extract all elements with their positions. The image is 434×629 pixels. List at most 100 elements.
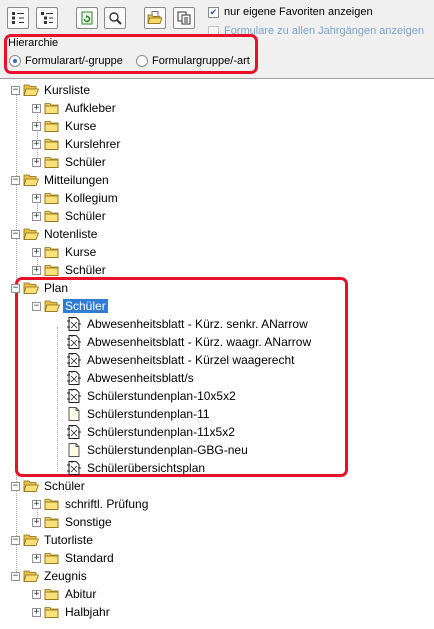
folder-icon <box>44 157 59 168</box>
tree-item-label: Halbjahr <box>65 605 110 619</box>
tree-folder-item[interactable]: + schriftl. Prüfung <box>32 495 150 513</box>
collapse-toggle[interactable]: − <box>11 571 20 581</box>
open-folder-icon <box>23 174 39 186</box>
layout-document-icon <box>67 389 81 403</box>
tree-folder-item[interactable]: − Kursliste <box>11 81 92 99</box>
layout-document-icon <box>67 335 81 349</box>
tree-item-label: Schülerstundenplan-GBG-neu <box>87 443 248 457</box>
tree-item-label: Schülerstundenplan-10x5x2 <box>87 389 236 403</box>
tree-item-label: Schülerstundenplan-11x5x2 <box>87 425 235 439</box>
tree-folder-item[interactable]: + Kurse <box>32 243 98 261</box>
tree-document-item[interactable]: Schülerstundenplan-11x5x2 <box>66 423 237 441</box>
collapse-toggle[interactable]: − <box>11 175 20 185</box>
layout-document-icon <box>67 461 81 475</box>
tree-document-item[interactable]: Schülerstundenplan-10x5x2 <box>66 387 238 405</box>
layout-document-icon <box>67 371 81 385</box>
tree-folder-item[interactable]: − Schüler <box>11 477 87 495</box>
tree-folder-item[interactable]: + Sonstige <box>32 513 114 531</box>
own-favorites-option[interactable]: ✔ nur eigene Favoriten anzeigen <box>208 6 373 18</box>
expand-toggle[interactable]: + <box>32 157 41 167</box>
tree-item-label: Kurse <box>65 119 97 133</box>
folder-icon <box>44 103 59 114</box>
tree-document-item[interactable]: Schülerstundenplan-11 <box>66 405 212 423</box>
collapse-toggle[interactable]: − <box>11 481 20 491</box>
folder-icon <box>44 139 59 150</box>
tree-folder-item[interactable]: − Notenliste <box>11 225 99 243</box>
tree-folder-item[interactable]: − Schüler <box>32 297 108 315</box>
expand-toggle[interactable]: + <box>32 499 41 509</box>
open-folder-icon <box>44 300 60 312</box>
layout-document-icon <box>67 353 81 367</box>
tree-item-label: Notenliste <box>44 227 98 241</box>
expand-toggle[interactable]: + <box>32 103 41 113</box>
tree-item-label: schriftl. Prüfung <box>65 497 149 511</box>
tree-item-label: Schüler <box>65 263 106 277</box>
tree-folder-item[interactable]: + Schüler <box>32 207 108 225</box>
tree-document-item[interactable]: Schülerübersichtsplan <box>66 459 207 477</box>
open-folder-icon <box>23 480 39 492</box>
tree-folder-item[interactable]: − Plan <box>11 279 70 297</box>
expand-toggle[interactable]: + <box>32 211 41 221</box>
tree-collapse-icon[interactable] <box>36 7 58 29</box>
tree-document-item[interactable]: Abwesenheitsblatt - Kürz. senkr. ANarrow <box>66 315 310 333</box>
expand-toggle[interactable]: + <box>32 517 41 527</box>
hierarchy-highlight <box>4 34 258 74</box>
collapse-toggle[interactable]: − <box>11 85 20 95</box>
folder-icon <box>44 211 59 222</box>
collapse-toggle[interactable]: − <box>32 301 41 311</box>
expand-toggle[interactable]: + <box>32 121 41 131</box>
folder-icon <box>44 589 59 600</box>
folder-icon <box>44 247 59 258</box>
layout-document-icon <box>67 317 81 331</box>
tree-expand-icon[interactable] <box>7 7 29 29</box>
tree-folder-item[interactable]: + Kollegium <box>32 189 120 207</box>
tree-item-label: Abwesenheitsblatt - Kürzel waagerecht <box>87 353 295 367</box>
folder-icon <box>44 193 59 204</box>
tree-folder-item[interactable]: + Kurslehrer <box>32 135 122 153</box>
tree-folder-item[interactable]: − Zeugnis <box>11 567 89 585</box>
tree-item-label: Kurslehrer <box>65 137 121 151</box>
tree-folder-item[interactable]: + Halbjahr <box>32 603 112 621</box>
tree-item-label: Aufkleber <box>65 101 116 115</box>
folder-icon <box>44 517 59 528</box>
tree-document-item[interactable]: Schülerstundenplan-GBG-neu <box>66 441 250 459</box>
tree-item-label: Schüler <box>65 209 106 223</box>
folder-icon <box>44 607 59 618</box>
tree-folder-item[interactable]: + Schüler <box>32 153 108 171</box>
open-folder-icon <box>23 534 39 546</box>
tree-item-label: Schüler <box>65 155 106 169</box>
open-folder-icon[interactable] <box>144 7 166 29</box>
expand-toggle[interactable]: + <box>32 589 41 599</box>
collapse-toggle[interactable]: − <box>11 283 20 293</box>
expand-toggle[interactable]: + <box>32 265 41 275</box>
tree-document-item[interactable]: Abwesenheitsblatt/s <box>66 369 196 387</box>
tree-folder-item[interactable]: + Kurse <box>32 117 98 135</box>
tree-document-item[interactable]: Abwesenheitsblatt - Kürzel waagerecht <box>66 351 296 369</box>
tree-folder-item[interactable]: + Abitur <box>32 585 98 603</box>
expand-toggle[interactable]: + <box>32 139 41 149</box>
tree-item-label: Abwesenheitsblatt - Kürz. senkr. ANarrow <box>87 317 308 331</box>
refresh-icon[interactable] <box>76 7 98 29</box>
expand-toggle[interactable]: + <box>32 553 41 563</box>
tree-item-label: Schülerübersichtsplan <box>87 461 206 475</box>
tree-document-item[interactable]: Abwesenheitsblatt - Kürz. waagr. ANarrow <box>66 333 313 351</box>
toolbar: ✔ nur eigene Favoriten anzeigen Formular… <box>0 0 434 37</box>
tree-folder-item[interactable]: + Standard <box>32 549 116 567</box>
tree-item-label: Kollegium <box>65 191 118 205</box>
tree-folder-item[interactable]: + Schüler <box>32 261 108 279</box>
tree-folder-item[interactable]: − Tutorliste <box>11 531 95 549</box>
collapse-toggle[interactable]: − <box>11 535 20 545</box>
folder-icon <box>44 499 59 510</box>
expand-toggle[interactable]: + <box>32 247 41 257</box>
search-icon[interactable] <box>104 7 126 29</box>
copy-icon[interactable] <box>173 7 195 29</box>
expand-toggle[interactable]: + <box>32 193 41 203</box>
layout-document-icon <box>67 425 81 439</box>
open-folder-icon <box>23 84 39 96</box>
tree-folder-item[interactable]: + Aufkleber <box>32 99 118 117</box>
collapse-toggle[interactable]: − <box>11 229 20 239</box>
tree-folder-item[interactable]: − Mitteilungen <box>11 171 111 189</box>
own-favorites-checkbox[interactable]: ✔ <box>208 6 219 18</box>
expand-toggle[interactable]: + <box>32 607 41 617</box>
folder-icon <box>44 265 59 276</box>
